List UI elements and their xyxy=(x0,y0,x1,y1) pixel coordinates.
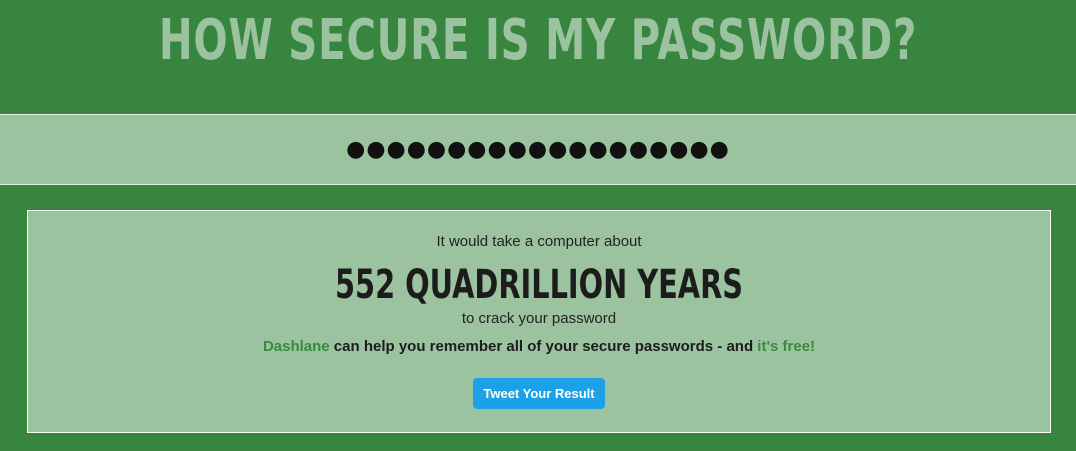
free-link[interactable]: it's free! xyxy=(757,338,815,355)
result-intro-text: It would take a computer about xyxy=(436,233,642,250)
page-title: HOW SECURE IS MY PASSWORD? xyxy=(158,8,918,73)
tweet-result-button[interactable]: Tweet Your Result xyxy=(473,378,605,409)
dashlane-link[interactable]: Dashlane xyxy=(263,338,330,355)
page: { "header": { "title": "HOW SECURE IS MY… xyxy=(0,0,1076,451)
promo-text: can help you remember all of your secure… xyxy=(329,338,758,355)
password-bar xyxy=(0,114,1076,185)
result-outro-text: to crack your password xyxy=(461,310,617,327)
dashlane-promo: Dashlane can help you remember all of yo… xyxy=(28,338,1050,355)
result-panel: It would take a computer about 552 QUADR… xyxy=(27,210,1051,433)
crack-time-value: 552 QUADRILLION YEARS xyxy=(335,262,743,308)
password-input[interactable] xyxy=(0,115,1076,184)
